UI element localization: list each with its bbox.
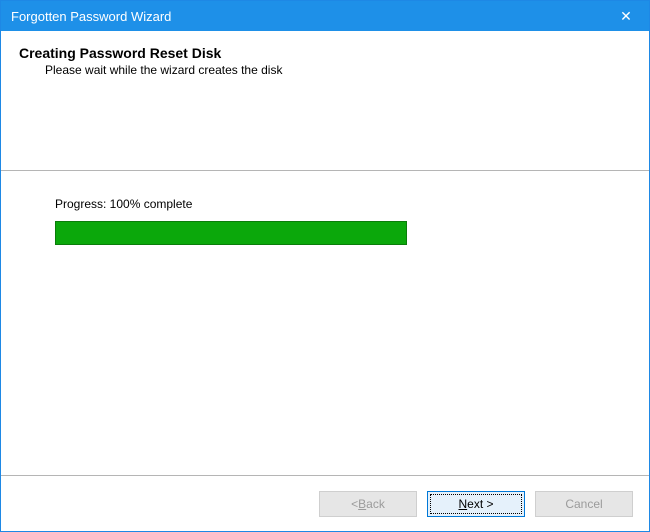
next-rest: ext > <box>467 497 493 511</box>
page-subtitle: Please wait while the wizard creates the… <box>45 63 631 77</box>
progress-bar <box>55 221 407 245</box>
wizard-window: Forgotten Password Wizard ✕ Creating Pas… <box>0 0 650 532</box>
cancel-button: Cancel <box>535 491 633 517</box>
next-hotkey: N <box>458 497 467 511</box>
back-prefix: < <box>351 497 358 511</box>
close-button[interactable]: ✕ <box>603 1 649 31</box>
page-title: Creating Password Reset Disk <box>19 45 631 61</box>
next-button[interactable]: Next > <box>427 491 525 517</box>
window-title: Forgotten Password Wizard <box>11 9 603 24</box>
wizard-header: Creating Password Reset Disk Please wait… <box>1 31 649 171</box>
back-button: < Back <box>319 491 417 517</box>
progress-label: Progress: 100% complete <box>55 197 595 211</box>
wizard-footer: < Back Next > Cancel <box>1 475 649 531</box>
back-hotkey: B <box>358 497 366 511</box>
back-rest: ack <box>366 497 385 511</box>
wizard-content: Progress: 100% complete <box>1 171 649 475</box>
titlebar: Forgotten Password Wizard ✕ <box>1 1 649 31</box>
close-icon: ✕ <box>620 8 632 25</box>
